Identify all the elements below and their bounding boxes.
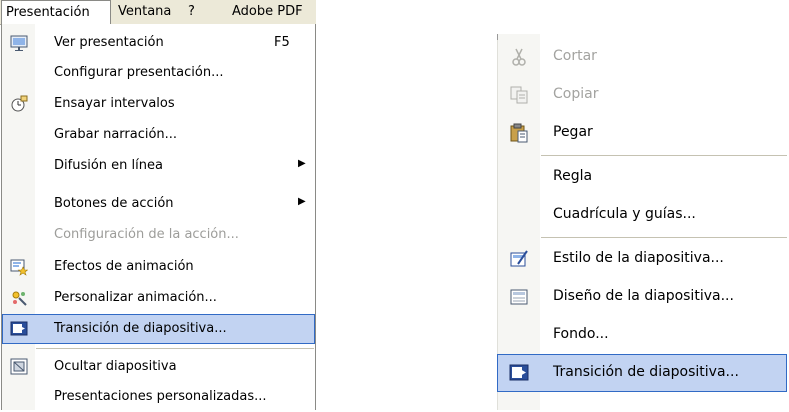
menu-item-configurar-presentacion[interactable]: Configurar presentación... [2, 58, 315, 88]
menubar-label: Presentación [6, 5, 90, 20]
menu-item-label: Regla [553, 168, 593, 184]
menu-item-fondo[interactable]: Fondo... [497, 316, 787, 354]
menu-item-cuadricula-y-guias[interactable]: Cuadrícula y guías... [497, 196, 787, 234]
menu-item-label: Grabar narración... [54, 127, 178, 142]
menu-item-transicion-de-diapositiva[interactable]: Transición de diapositiva... [2, 314, 315, 344]
menu-item-label: Efectos de animación [54, 259, 194, 274]
menu-item-pegar[interactable]: Pegar [497, 114, 787, 152]
menu-item-botones-de-accion[interactable]: Botones de acción ▶ [2, 189, 315, 219]
submenu-arrow-icon: ▶ [298, 158, 306, 169]
menu-item-label: Personalizar animación... [54, 290, 217, 305]
menu-item-estilo-de-la-diapositiva[interactable]: Estilo de la diapositiva... [497, 240, 787, 278]
menu-item-label: Cuadrícula y guías... [553, 206, 696, 222]
menu-item-difusion-en-linea[interactable]: Difusión en línea ▶ [2, 151, 315, 181]
slide-transition-icon [10, 320, 28, 338]
slide-style-icon [509, 249, 529, 269]
menubar-item-help[interactable]: ? [188, 4, 195, 20]
menu-item-label: Configuración de la acción... [54, 227, 239, 242]
custom-animation-icon [10, 289, 28, 307]
menu-item-label: Fondo... [553, 326, 609, 342]
menu-item-ocultar-diapositiva[interactable]: Ocultar diapositiva [2, 352, 315, 382]
menu-item-configuracion-de-la-accion[interactable]: Configuración de la acción... [2, 220, 315, 250]
menu-item-regla[interactable]: Regla [497, 158, 787, 196]
menubar-item-presentacion[interactable]: Presentación [1, 0, 111, 24]
slide-layout-icon [509, 287, 529, 307]
menu-item-label: Configurar presentación... [54, 65, 224, 80]
menu-item-efectos-de-animacion[interactable]: Efectos de animación [2, 252, 315, 282]
menubar-item-adobe-pdf[interactable]: Adobe PDF [232, 4, 303, 20]
menu-item-label: Presentaciones personalizadas... [54, 389, 267, 404]
menu-separator [36, 348, 314, 349]
menu-item-label: Estilo de la diapositiva... [553, 250, 724, 266]
scissors-icon [509, 47, 529, 67]
paste-icon [509, 123, 529, 143]
menubar-item-ventana[interactable]: Ventana [118, 4, 171, 20]
menu-item-ensayar-intervalos[interactable]: Ensayar intervalos [2, 89, 315, 119]
menu-bar: Presentación Ventana ? Adobe PDF [0, 0, 316, 25]
menu-item-label: Transición de diapositiva... [54, 321, 227, 336]
menu-item-copiar[interactable]: Copiar [497, 76, 787, 114]
copy-icon [509, 85, 529, 105]
menu-item-presentaciones-personalizadas[interactable]: Presentaciones personalizadas... [2, 382, 315, 412]
menu-item-label: Ensayar intervalos [54, 96, 175, 111]
menu-item-diseno-de-la-diapositiva[interactable]: Diseño de la diapositiva... [497, 278, 787, 316]
submenu-arrow-icon: ▶ [298, 196, 306, 207]
menu-item-personalizar-animacion[interactable]: Personalizar animación... [2, 283, 315, 313]
menu-item-transicion-de-diapositiva[interactable]: Transición de diapositiva... [497, 354, 787, 392]
menu-item-ver-presentacion[interactable]: Ver presentación F5 [2, 28, 315, 58]
hide-slide-icon [10, 358, 28, 376]
menu-separator [541, 237, 787, 238]
presentation-menu-screenshot: Presentación Ventana ? Adobe PDF Ver pre… [0, 0, 320, 410]
menu-item-label: Ocultar diapositiva [54, 359, 177, 374]
menu-item-label: Copiar [553, 86, 599, 102]
menu-item-label: Ver presentación [54, 35, 164, 50]
menu-item-grabar-narracion[interactable]: Grabar narración... [2, 120, 315, 150]
context-menu: Cortar Copiar Pegar Regla Cuadrícula y g… [497, 34, 789, 410]
animation-effects-icon [10, 258, 29, 276]
menu-separator [541, 155, 787, 156]
menu-item-label: Cortar [553, 48, 597, 64]
menu-item-cortar[interactable]: Cortar [497, 38, 787, 76]
slide-transition-icon [509, 363, 529, 383]
menu-item-label: Botones de acción [54, 196, 174, 211]
shortcut-label: F5 [274, 35, 290, 50]
menu-item-label: Transición de diapositiva... [553, 364, 739, 380]
presentation-dropdown-menu: Ver presentación F5 Configurar presentac… [1, 24, 316, 410]
timer-icon [10, 95, 28, 113]
menu-item-label: Pegar [553, 124, 593, 140]
presentation-icon [10, 34, 28, 52]
menu-item-label: Difusión en línea [54, 158, 163, 173]
menu-item-label: Diseño de la diapositiva... [553, 288, 734, 304]
